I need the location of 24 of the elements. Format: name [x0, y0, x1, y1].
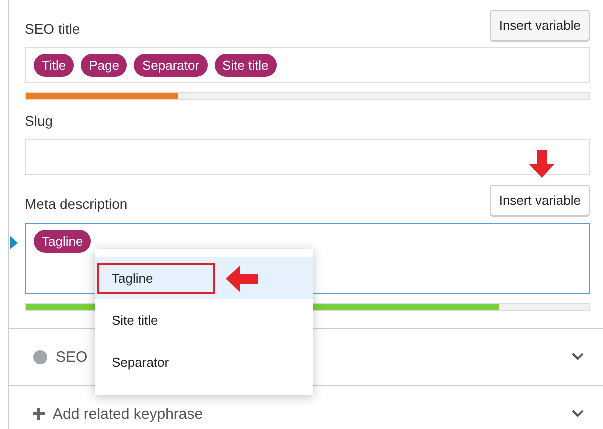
variable-tag: Page [81, 54, 128, 77]
insert-variable-button[interactable]: Insert variable [490, 185, 590, 216]
menu-item[interactable]: Site title [95, 299, 313, 341]
plus-icon [33, 408, 45, 420]
section-title: SEO [56, 348, 88, 366]
section-title: Add related keyphrase [53, 406, 204, 422]
caret-icon [10, 236, 18, 250]
insert-variable-button[interactable]: Insert variable [490, 10, 590, 41]
variable-tag: Site title [214, 54, 277, 77]
menu-item[interactable]: Separator [95, 341, 313, 383]
variable-tag: Tagline [34, 230, 92, 253]
menu-item[interactable]: Tagline [95, 257, 313, 299]
field-label: Slug [25, 113, 54, 131]
variable-tag: Title [34, 54, 74, 77]
chevron-down-icon [571, 352, 585, 362]
arrow-icon [528, 150, 556, 180]
field-label: SEO title [25, 21, 80, 39]
arrow-icon [226, 265, 258, 293]
text-field[interactable]: Title Page Separator Site title [25, 47, 590, 83]
field-label: Meta description [25, 196, 128, 214]
variable-tag: Separator [134, 54, 208, 77]
input-field[interactable] [25, 139, 590, 175]
chevron-down-icon [571, 409, 585, 419]
status-dot-icon [33, 350, 48, 364]
